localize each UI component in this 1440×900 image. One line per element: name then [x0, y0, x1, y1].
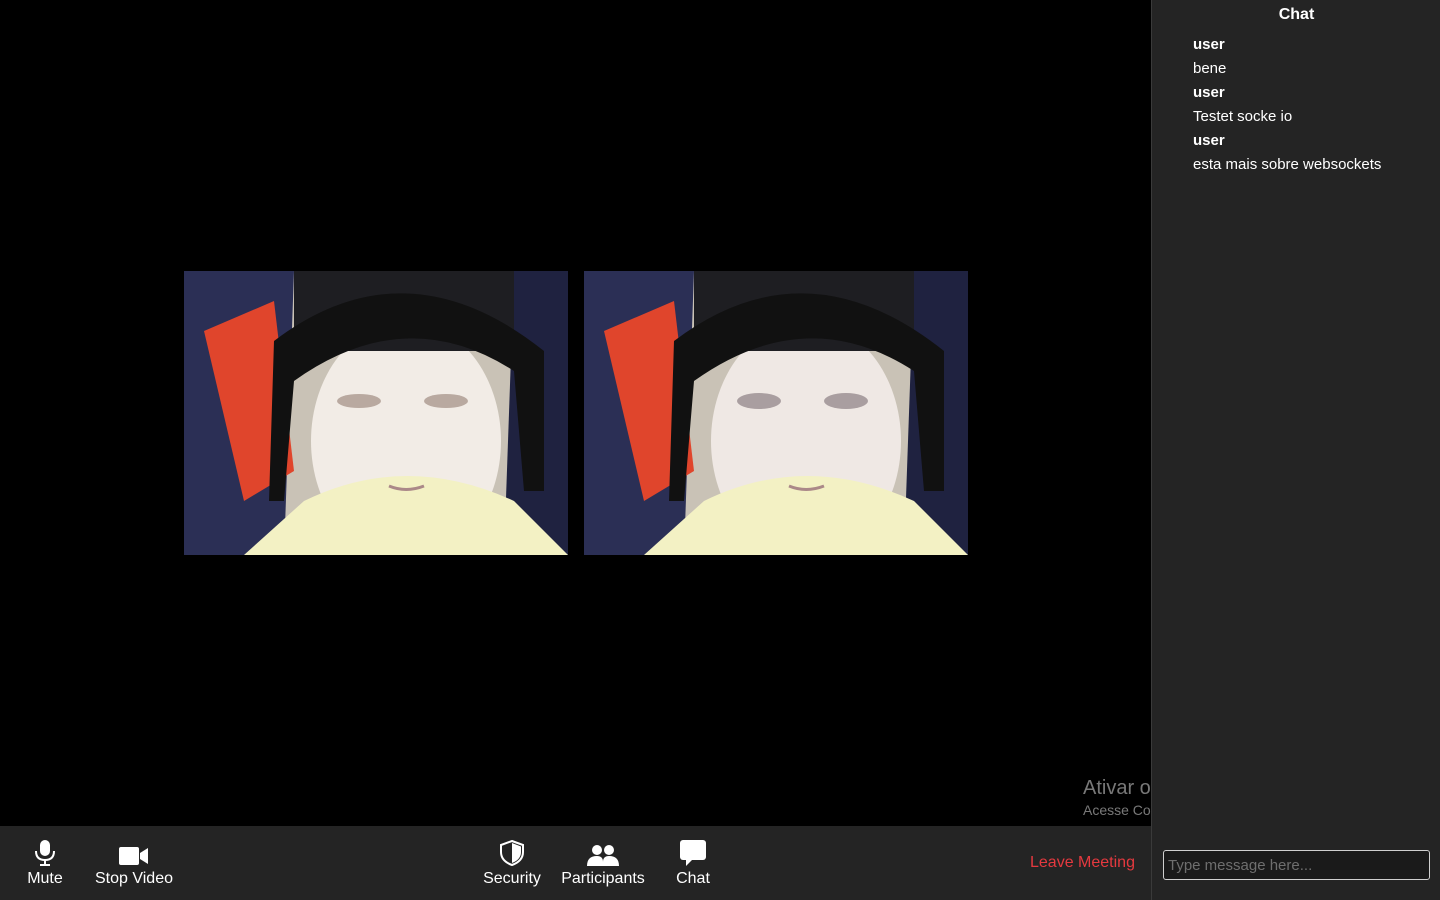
- chat-message-list: user bene user Testet socke io user esta…: [1193, 35, 1433, 179]
- chat-title: Chat: [1278, 6, 1315, 23]
- chat-label: Chat: [676, 870, 710, 887]
- security-label: Security: [483, 870, 541, 887]
- security-button[interactable]: Security: [480, 836, 544, 892]
- microphone-icon: [34, 836, 56, 866]
- shield-icon: [500, 836, 524, 866]
- video-tile[interactable]: [184, 271, 568, 555]
- mute-label: Mute: [27, 870, 63, 887]
- participants-label: Participants: [561, 870, 645, 887]
- webcam-feed-image: [584, 271, 968, 555]
- video-camera-icon: [119, 836, 149, 866]
- video-stage: [0, 0, 1151, 826]
- chat-message-input[interactable]: [1163, 850, 1430, 880]
- stop-video-button[interactable]: Stop Video: [92, 836, 176, 892]
- leave-meeting-button[interactable]: Leave Meeting: [1030, 854, 1135, 872]
- participants-icon: [587, 836, 619, 866]
- chat-message: user esta mais sobre websockets: [1193, 131, 1433, 179]
- video-tile[interactable]: [584, 271, 968, 555]
- chat-button[interactable]: Chat: [670, 836, 716, 892]
- stop-video-label: Stop Video: [95, 870, 173, 887]
- chat-bubble-icon: [680, 836, 706, 866]
- chat-message-author: user: [1193, 84, 1225, 101]
- chat-message-text: esta mais sobre websockets: [1193, 156, 1382, 173]
- chat-panel: Chat user bene user Testet socke io user…: [1151, 0, 1440, 900]
- chat-message: user bene: [1193, 35, 1433, 83]
- meeting-toolbar: Mute Stop Video Security Participants Ch…: [0, 826, 1151, 900]
- chat-message-author: user: [1193, 132, 1225, 149]
- webcam-feed-image: [184, 271, 568, 555]
- participants-button[interactable]: Participants: [558, 836, 648, 892]
- chat-message-author: user: [1193, 36, 1225, 53]
- mute-button[interactable]: Mute: [22, 836, 68, 892]
- chat-message-text: bene: [1193, 60, 1227, 77]
- chat-message-text: Testet socke io: [1193, 108, 1293, 125]
- chat-message: user Testet socke io: [1193, 83, 1433, 131]
